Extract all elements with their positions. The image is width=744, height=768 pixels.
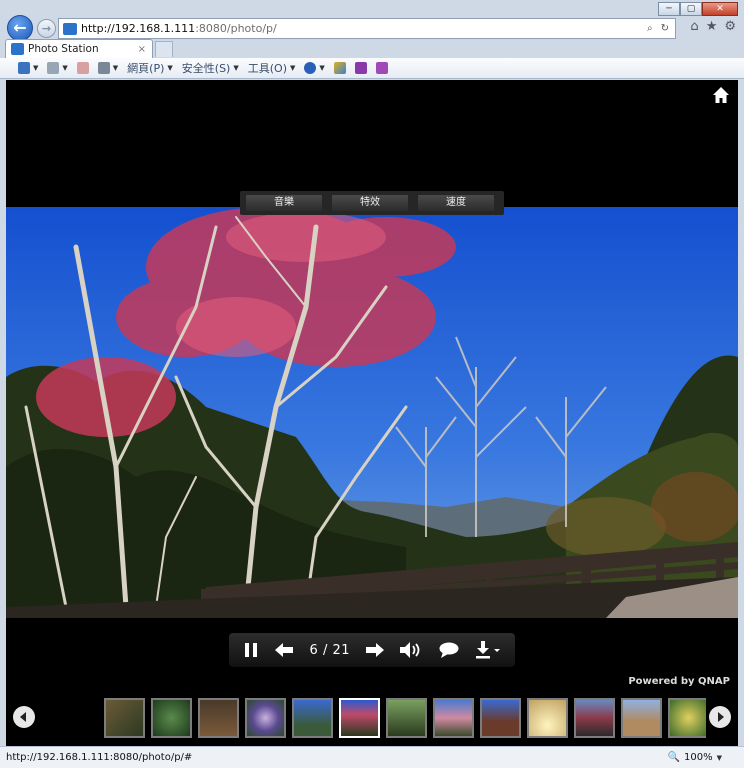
zoom-level: 100% [684,752,713,763]
effects-button[interactable]: 特效 [332,195,408,211]
next-button[interactable] [366,638,385,662]
browser-right-icons: ⌂ ★ ⚙ [690,19,736,34]
photo-counter: 6 / 21 [309,642,351,658]
forward-button[interactable]: → [37,19,56,38]
thumbnail[interactable] [151,698,192,738]
status-bar: http://192.168.1.111:8080/photo/p/# 🔍 10… [0,746,744,768]
address-actions: ⌕ ↻ [647,23,675,34]
volume-button[interactable] [400,638,422,662]
pause-button[interactable] [243,638,259,662]
scroll-right-button[interactable] [709,706,731,728]
speech-bubble-icon [439,642,459,658]
status-url: http://192.168.1.111:8080/photo/p/# [6,752,193,763]
download-icon [475,641,500,659]
chevron-left-icon [20,712,26,722]
home-icon[interactable]: ⌂ [690,19,698,34]
thumbnail[interactable] [245,698,286,738]
arrow-left-icon [275,643,294,657]
scroll-left-button[interactable] [13,706,35,728]
tab-favicon-icon [11,43,24,55]
home-icon[interactable] [712,86,730,104]
comment-button[interactable] [439,638,459,662]
mail-icon[interactable] [76,62,89,74]
onenote-linked-icon[interactable] [375,62,388,74]
back-button[interactable]: ← [7,15,33,41]
tools-menu[interactable]: 工具(O) ▼ [248,60,296,76]
zoom-icon: 🔍 [667,752,681,763]
onenote-icon[interactable] [354,62,367,74]
slideshow-options-menu: 音樂 特效 速度 [240,191,504,215]
pause-icon [245,643,258,657]
search-icon[interactable]: ⌕ [647,23,653,34]
thumbnails [56,696,706,740]
new-tab-button[interactable] [155,41,173,57]
thumbnail[interactable] [480,698,521,738]
site-favicon-icon [63,22,77,35]
thumbnail[interactable] [198,698,239,738]
speed-button[interactable]: 速度 [418,195,494,211]
chevron-right-icon [718,712,724,722]
url-host: http://192.168.1.111 [81,22,196,35]
download-button[interactable] [475,638,501,662]
chevron-down-icon: ▼ [716,753,722,762]
tab-bar: Photo Station × [0,39,744,59]
print-icon[interactable]: ▼ [97,62,118,74]
command-bar: ▼ ▼ ▼ 網頁(P) ▼ 安全性(S) ▼ 工具(O) ▼ ▼ [0,58,744,79]
url-path: :8080/photo/p/ [195,22,277,35]
thumbnail[interactable] [668,698,706,738]
help-icon[interactable]: ▼ [304,62,325,74]
photo-station-viewer: 音樂 特效 速度 6 / 21 Powered by QNAP [6,80,738,746]
photo-image [6,207,738,618]
safety-menu[interactable]: 安全性(S) ▼ [182,60,239,76]
thumbnail[interactable] [527,698,568,738]
thumbnail[interactable] [386,698,427,738]
tab-close-icon[interactable]: × [138,44,146,55]
powered-by-label: Powered by QNAP [628,676,730,687]
feeds-icon[interactable]: ▼ [47,62,68,74]
thumbnail-strip [6,694,738,742]
research-icon[interactable] [333,62,346,74]
tab-photo-station[interactable]: Photo Station × [5,39,153,58]
tab-title: Photo Station [28,43,99,55]
arrow-right-icon [366,643,385,657]
playback-controls: 6 / 21 [229,633,515,667]
navigation-bar: ← → http://192.168.1.111:8080/photo/p/ ⌕… [0,14,744,41]
thumbnail[interactable] [621,698,662,738]
favorites-star-icon[interactable]: ★ [706,19,718,34]
thumbnail[interactable] [433,698,474,738]
volume-icon [400,642,420,658]
tools-menu-label: 工具(O) [247,62,287,75]
music-button[interactable]: 音樂 [246,195,322,211]
thumbnail[interactable] [292,698,333,738]
zoom-control[interactable]: 🔍 100% ▼ [668,752,722,763]
address-url[interactable]: http://192.168.1.111:8080/photo/p/ [81,22,277,35]
slideshow-photo[interactable] [6,207,738,618]
page-menu[interactable]: 網頁(P) ▼ [127,60,173,76]
thumbnail[interactable] [104,698,145,738]
refresh-icon[interactable]: ↻ [661,23,669,34]
previous-button[interactable] [275,638,294,662]
safety-menu-label: 安全性(S) [181,62,231,75]
home-menu-icon[interactable]: ▼ [18,62,38,74]
thumbnail-active[interactable] [339,698,380,738]
gear-icon[interactable]: ⚙ [724,19,736,34]
page-menu-label: 網頁(P) [127,62,165,75]
thumbnail[interactable] [574,698,615,738]
address-bar[interactable]: http://192.168.1.111:8080/photo/p/ ⌕ ↻ [58,18,676,39]
